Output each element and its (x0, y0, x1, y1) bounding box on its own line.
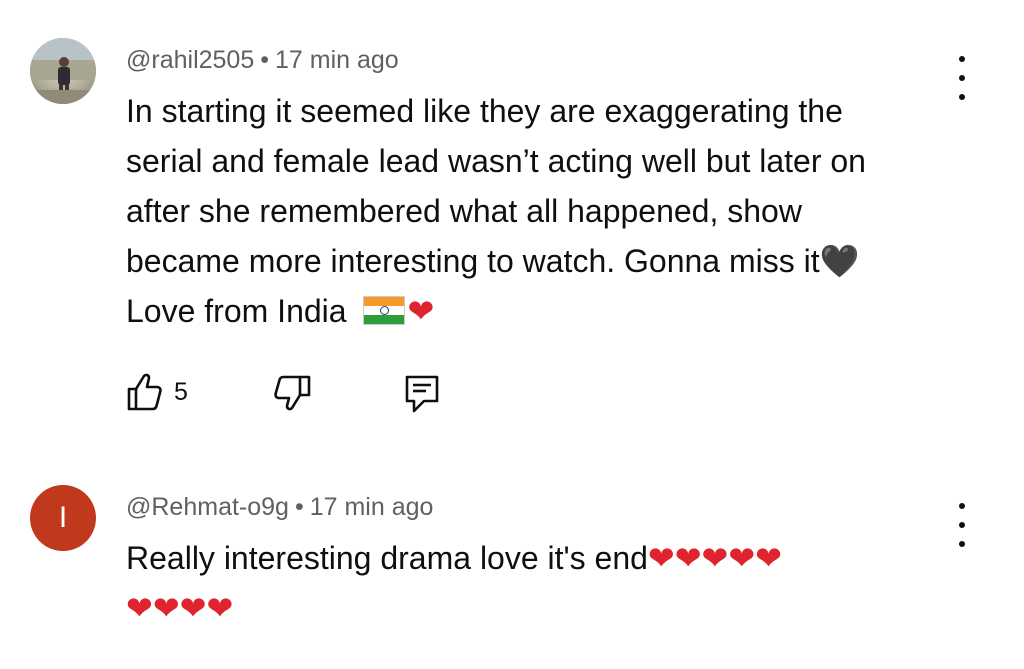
comment-text-line-text: Really interesting drama love it's end (126, 540, 648, 576)
comment-text-line-text: Love from India (126, 293, 356, 329)
avatar-letter: I (58, 501, 68, 534)
avatar[interactable] (30, 38, 96, 104)
comment-timestamp[interactable]: 17 min ago (310, 493, 434, 521)
black-heart-emoji: 🖤 (819, 242, 860, 280)
reply-button[interactable] (404, 374, 440, 414)
meta-separator: • (294, 493, 304, 521)
red-heart-emoji: ❤ (407, 292, 435, 330)
comment-meta: @rahil2505 • 17 min ago (126, 46, 399, 75)
reply-icon (405, 375, 439, 413)
avatar[interactable]: I (30, 485, 96, 551)
comment-text-line-text: became more interesting to watch. Gonna … (126, 243, 820, 279)
comment-text-line: serial and female lead wasn’t acting wel… (126, 143, 866, 179)
comment-text: Really interesting drama love it's end❤❤… (126, 533, 956, 633)
comment-text-line: ❤❤❤❤ (126, 583, 956, 633)
comment-text-line: after she remembered what all happened, … (126, 193, 802, 229)
comment-author[interactable]: @Rehmat-o9g (126, 493, 289, 521)
meta-separator: • (260, 46, 270, 74)
comment-text-line: became more interesting to watch. Gonna … (126, 236, 956, 286)
thumbs-up-icon (127, 373, 162, 411)
like-count: 5 (174, 377, 188, 406)
dislike-button[interactable] (272, 374, 312, 412)
like-button[interactable]: 5 (126, 372, 188, 412)
comment-meta: @Rehmat-o9g • 17 min ago (126, 493, 433, 522)
comment-text-line: In starting it seemed like they are exag… (126, 93, 843, 129)
india-flag-emoji (363, 296, 406, 325)
red-heart-emoji-group: ❤❤❤❤ (126, 589, 234, 627)
comment-timestamp[interactable]: 17 min ago (275, 46, 399, 74)
user-photo-icon (30, 38, 96, 104)
comment-text: In starting it seemed like they are exag… (126, 86, 956, 336)
comment-text-line: Really interesting drama love it's end❤❤… (126, 533, 956, 583)
comment-text-line: Love from India ❤ (126, 286, 956, 336)
red-heart-emoji-group: ❤❤❤❤❤ (647, 539, 782, 577)
thumbs-down-icon (274, 375, 311, 411)
comment-author[interactable]: @rahil2505 (126, 46, 254, 74)
